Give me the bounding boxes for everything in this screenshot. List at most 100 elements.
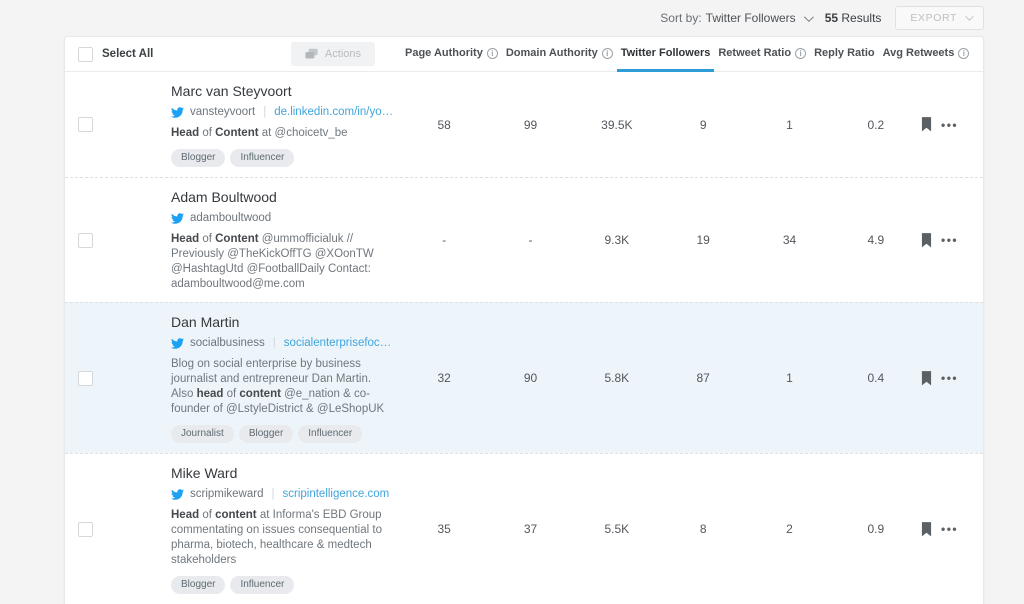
website-link[interactable]: scripintelligence.com [283,487,390,501]
handle-link-divider: | [263,105,266,119]
retweet-ratio-value: 19 [660,233,746,247]
row-checkbox-cell [65,178,171,302]
column-label: Avg Retweets [883,47,955,59]
retweet-ratio-value: 87 [660,371,746,385]
stats-cells: 589939.5K910.2 [401,72,919,177]
table-header-row: Select All Actions Page AuthorityiDomain… [65,37,983,72]
retweet-ratio-value: 9 [660,118,746,132]
avg-retweets-value: 0.2 [833,118,919,132]
tag-pill[interactable]: Influencer [230,149,294,167]
more-options-button[interactable]: ••• [941,373,958,383]
row-actions: ••• [919,178,983,302]
row-checkbox-cell [65,303,171,453]
twitter-handle[interactable]: scripmikeward [190,487,264,501]
tag-list: Blogger Influencer [171,576,395,594]
column-header-twitter-followers[interactable]: Twitter Followers [617,37,715,71]
contact-name: Adam Boultwood [171,189,395,206]
website-link[interactable]: de.linkedin.com/in/youngdiamonds [274,105,395,119]
actions-label: Actions [325,48,361,60]
twitter-followers-value: 5.5K [574,522,660,536]
more-options-button[interactable]: ••• [941,120,958,130]
bookmark-icon[interactable] [921,371,932,386]
results-label: Results [841,11,881,25]
page-authority-value: 32 [401,371,487,385]
tag-list: Journalist Blogger Influencer [171,425,395,443]
website-link[interactable]: socialenterprisefocus.blogspot.com [284,336,395,350]
tag-pill[interactable]: Blogger [171,149,225,167]
row-checkbox[interactable] [78,522,93,537]
tag-pill[interactable]: Blogger [239,425,293,443]
sort-by-value: Twitter Followers [706,11,796,25]
domain-authority-value: 99 [487,118,573,132]
page-authority-value: 35 [401,522,487,536]
sort-by-label: Sort by: [660,11,701,25]
sort-by-dropdown[interactable]: Sort by: Twitter Followers [660,11,810,25]
contact-bio: Head of Content at @choicetv_be [171,126,395,141]
bookmark-icon[interactable] [921,233,932,248]
column-header-retweet-ratio[interactable]: Retweet Ratioi [714,37,810,71]
column-header-reply-ratio[interactable]: Reply Ratio [810,37,879,71]
twitter-handle[interactable]: socialbusiness [190,336,265,350]
page-authority-value: - [401,233,487,247]
info-icon[interactable]: i [958,48,969,59]
domain-authority-value: 90 [487,371,573,385]
domain-authority-value: - [487,233,573,247]
more-options-button[interactable]: ••• [941,235,958,245]
social-row: adamboultwood [171,211,395,225]
tag-pill[interactable]: Influencer [298,425,362,443]
row-actions: ••• [919,303,983,453]
contact-profile: Marc van Steyvoort vansteyvoort | de.linked… [171,72,401,177]
twitter-handle[interactable]: adamboultwood [190,211,271,225]
contact-name: Marc van Steyvoort [171,83,395,100]
actions-button[interactable]: Actions [291,42,375,66]
export-label: EXPORT [910,12,957,24]
row-checkbox[interactable] [78,371,93,386]
column-header-domain-authority[interactable]: Domain Authority i [502,37,617,71]
twitter-followers-value: 39.5K [574,118,660,132]
contact-profile: Dan Martinsocialbusiness|socialenterpris… [171,303,401,453]
stats-cells: 32905.8K8710.4 [401,303,919,453]
avg-retweets-value: 0.4 [833,371,919,385]
table-row[interactable]: Dan Martinsocialbusiness|socialenterpris… [65,302,983,453]
tag-pill[interactable]: Influencer [230,576,294,594]
reply-ratio-value: 2 [746,522,832,536]
column-label: Domain Authority [506,47,598,59]
twitter-followers-value: 9.3K [574,233,660,247]
twitter-followers-value: 5.8K [574,371,660,385]
twitter-handle[interactable]: vansteyvoort [190,105,255,119]
stack-icon [305,48,318,60]
avg-retweets-value: 4.9 [833,233,919,247]
header-spacer [973,37,1024,71]
chevron-down-icon [965,12,973,20]
reply-ratio-value: 34 [746,233,832,247]
table-row[interactable]: Adam BoultwoodadamboultwoodHead of Conte… [65,177,983,302]
column-header-avg-retweets[interactable]: Avg Retweetsi [879,37,974,71]
avg-retweets-value: 0.9 [833,522,919,536]
table-row[interactable]: Mike Ward scripmikeward | scripintelligence… [65,453,983,604]
select-all-label: Select All [102,48,153,60]
info-icon[interactable]: i [487,48,498,59]
info-icon[interactable]: i [602,48,613,59]
info-icon[interactable]: i [795,48,806,59]
column-header-page-authority[interactable]: Page Authorityi [401,37,502,71]
results-table: Select All Actions Page AuthorityiDomain… [64,36,984,604]
table-row[interactable]: Marc van Steyvoort vansteyvoort | de.linked… [65,72,983,177]
handle-link-divider: | [272,487,275,501]
row-checkbox[interactable] [78,117,93,132]
tag-pill[interactable]: Journalist [171,425,234,443]
social-row: vansteyvoort | de.linkedin.com/in/youngdia… [171,105,395,119]
contact-bio: Blog on social enterprise by business jo… [171,357,395,417]
tag-list: Blogger Influencer [171,149,395,167]
contact-name: Mike Ward [171,465,395,482]
row-actions: ••• [919,72,983,177]
select-all-checkbox[interactable] [78,47,93,62]
tag-pill[interactable]: Blogger [171,576,225,594]
domain-authority-value: 37 [487,522,573,536]
row-checkbox[interactable] [78,233,93,248]
bookmark-icon[interactable] [921,117,932,132]
contact-profile: Mike Ward scripmikeward | scripintelligence… [171,454,401,604]
contact-bio: Head of content at Informa's EBD Group c… [171,508,395,568]
more-options-button[interactable]: ••• [941,524,958,534]
bookmark-icon[interactable] [921,522,932,537]
export-button[interactable]: EXPORT [895,6,984,30]
